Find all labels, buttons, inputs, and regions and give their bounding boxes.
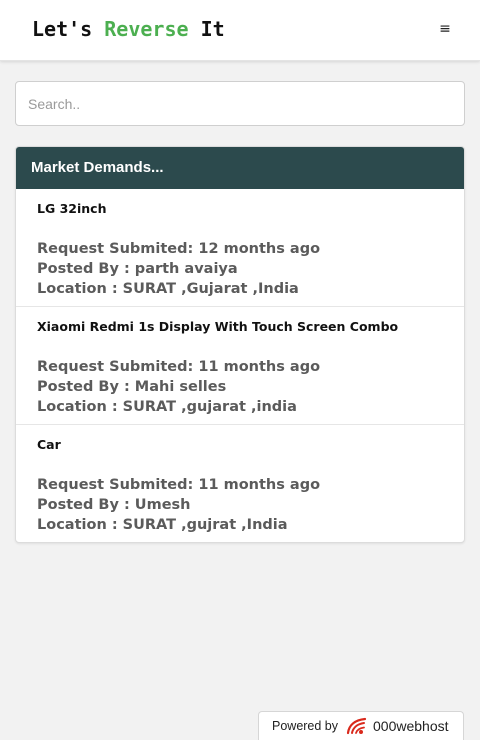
item-posted-by: Posted By : parth avaiya bbox=[37, 261, 238, 277]
market-demands-panel: Market Demands... LG 32inch Request Subm… bbox=[15, 146, 465, 543]
powered-by-label: Powered by bbox=[272, 719, 339, 733]
000webhost-logo-icon bbox=[346, 717, 367, 735]
item-posted-by: Posted By : Mahi selles bbox=[37, 379, 227, 395]
hamburger-menu-icon[interactable]: ≡ bbox=[436, 18, 454, 40]
powered-by-badge[interactable]: Powered by 000webhost bbox=[258, 711, 464, 740]
brand-text-end: It bbox=[188, 17, 225, 41]
item-location: Location : SURAT ,gujarat ,india bbox=[37, 399, 297, 415]
list-item[interactable]: Xiaomi Redmi 1s Display With Touch Scree… bbox=[16, 307, 464, 425]
item-title[interactable]: Xiaomi Redmi 1s Display With Touch Scree… bbox=[37, 319, 443, 357]
brand-text-start: Let's bbox=[32, 17, 105, 41]
brand-logo[interactable]: Let's Reverse It bbox=[32, 17, 225, 41]
item-title[interactable]: LG 32inch bbox=[37, 201, 443, 239]
list-item[interactable]: Car Request Submited: 11 months ago Post… bbox=[16, 425, 464, 542]
item-requested: Request Submited: 11 months ago bbox=[37, 359, 321, 375]
host-name: 000webhost bbox=[373, 718, 449, 734]
item-location: Location : SURAT ,Gujarat ,India bbox=[37, 281, 299, 297]
item-requested: Request Submited: 12 months ago bbox=[37, 241, 321, 257]
item-requested: Request Submited: 11 months ago bbox=[37, 477, 321, 493]
item-posted-by: Posted By : Umesh bbox=[37, 497, 191, 513]
panel-title: Market Demands... bbox=[16, 147, 464, 189]
list-item[interactable]: LG 32inch Request Submited: 12 months ag… bbox=[16, 189, 464, 307]
item-title[interactable]: Car bbox=[37, 437, 443, 475]
search-input[interactable] bbox=[15, 81, 465, 126]
brand-text-accent: Reverse bbox=[104, 17, 189, 41]
item-location: Location : SURAT ,gujrat ,India bbox=[37, 517, 288, 533]
top-navbar: Let's Reverse It ≡ bbox=[0, 0, 480, 61]
